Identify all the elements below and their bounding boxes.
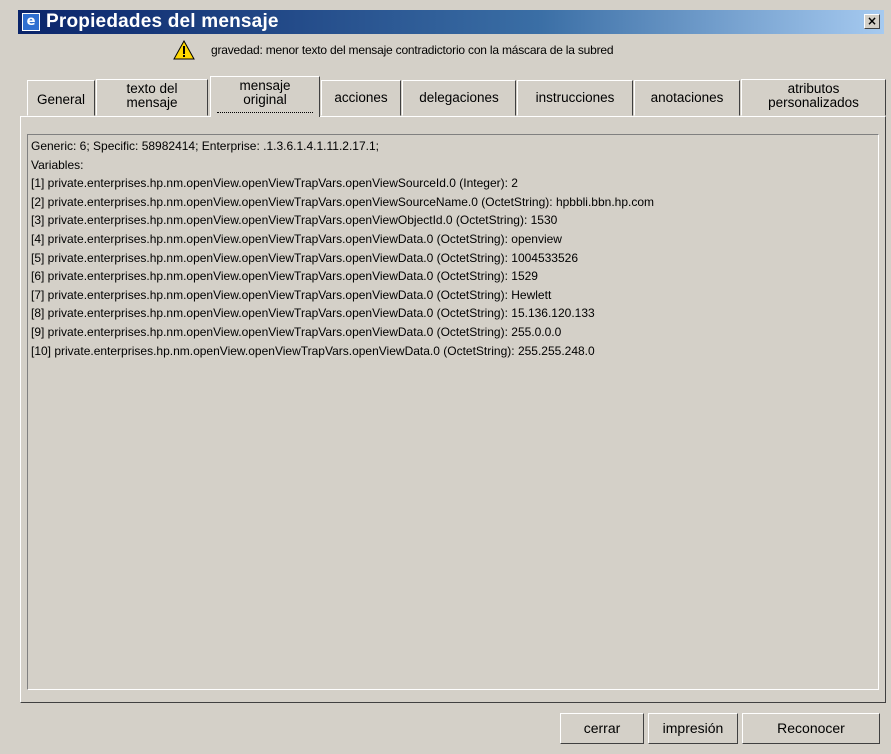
message-line: [2] private.enterprises.hp.nm.openView.o…: [31, 194, 655, 209]
tab-label-line2: original: [243, 92, 287, 107]
tab-general[interactable]: General: [27, 80, 95, 116]
tab-acciones[interactable]: acciones: [321, 80, 401, 116]
tab-label-line2: mensaje: [126, 95, 178, 110]
tab-general-label: General: [36, 92, 86, 107]
print-button[interactable]: impresión: [648, 713, 738, 744]
message-line: [10] private.enterprises.hp.nm.openView.…: [31, 343, 595, 358]
tab-label-line1: texto del: [126, 81, 178, 96]
tab-anotaciones-label: anotaciones: [650, 90, 724, 105]
message-line: [3] private.enterprises.hp.nm.openView.o…: [31, 213, 558, 228]
message-line: [8] private.enterprises.hp.nm.openView.o…: [31, 306, 595, 321]
app-icon: e: [22, 13, 40, 31]
warning-text: gravedad: menor texto del mensaje contra…: [211, 43, 614, 57]
tab-delegaciones-label: delegaciones: [419, 90, 499, 105]
tab-label-line2: personalizados: [768, 95, 859, 110]
window-title: Propiedades del mensaje: [46, 11, 279, 32]
message-line: [4] private.enterprises.hp.nm.openView.o…: [31, 231, 562, 246]
tab-atributos-personalizados[interactable]: atributos personalizados: [741, 79, 886, 116]
message-line: [9] private.enterprises.hp.nm.openView.o…: [31, 324, 562, 339]
message-line: Generic: 6; Specific: 58982414; Enterpri…: [31, 139, 379, 153]
tab-acciones-label: acciones: [334, 90, 388, 105]
tab-delegaciones[interactable]: delegaciones: [402, 80, 516, 116]
message-line: [1] private.enterprises.hp.nm.openView.o…: [31, 176, 518, 191]
message-line: [6] private.enterprises.hp.nm.openView.o…: [31, 269, 538, 284]
message-line: Variables:: [31, 157, 84, 172]
tab-panel: Generic: 6; Specific: 58982414; Enterpri…: [20, 116, 886, 703]
message-line: [5] private.enterprises.hp.nm.openView.o…: [31, 250, 579, 265]
focus-indicator: [217, 112, 313, 113]
close-button[interactable]: cerrar: [560, 713, 644, 744]
tab-label-line1: atributos: [787, 81, 840, 96]
original-message-text[interactable]: Generic: 6; Specific: 58982414; Enterpri…: [27, 134, 879, 690]
acknowledge-button[interactable]: Reconocer: [742, 713, 880, 744]
tab-mensaje-original[interactable]: mensaje original: [210, 76, 320, 117]
tab-texto-del-mensaje[interactable]: texto del mensaje: [96, 79, 208, 116]
tab-label-line1: mensaje: [239, 78, 291, 93]
message-line: [7] private.enterprises.hp.nm.openView.o…: [31, 287, 552, 302]
title-bar: e Propiedades del mensaje ×: [18, 10, 884, 34]
tab-instrucciones[interactable]: instrucciones: [517, 80, 633, 116]
tab-anotaciones[interactable]: anotaciones: [634, 80, 740, 116]
tab-instrucciones-label: instrucciones: [535, 90, 615, 105]
close-window-button[interactable]: ×: [864, 14, 880, 29]
warning-icon: [173, 40, 195, 60]
